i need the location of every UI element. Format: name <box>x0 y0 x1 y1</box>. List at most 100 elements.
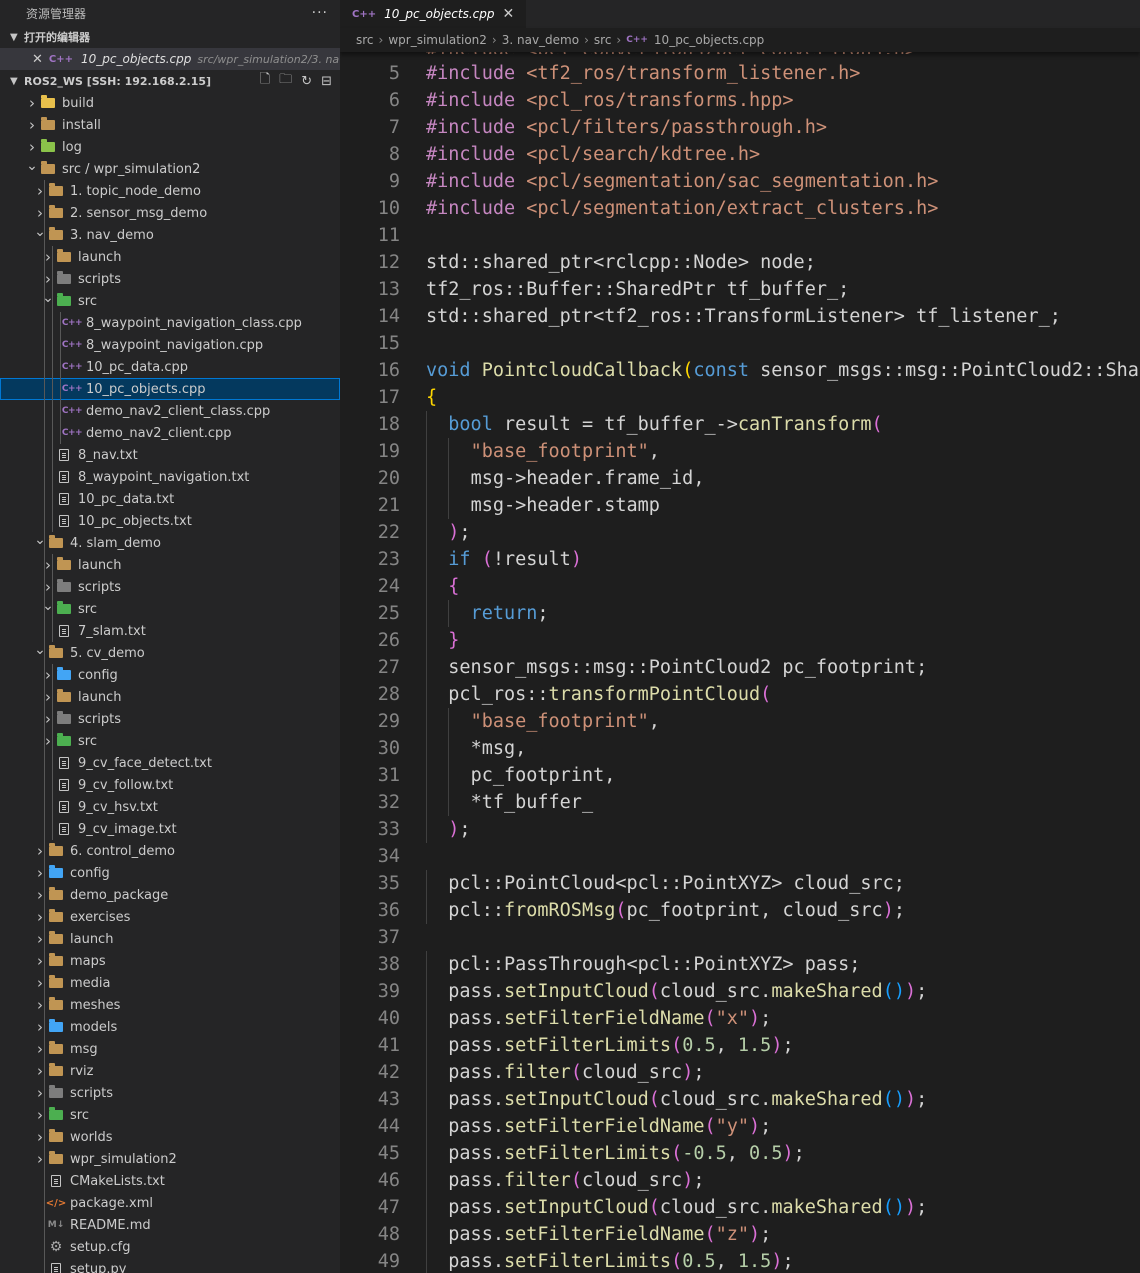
tree-folder[interactable]: › build <box>0 92 340 114</box>
tree-file[interactable]: CMakeLists.txt <box>0 1170 340 1192</box>
code-token: sensor_msgs::msg::PointCloud2 pc_footpri… <box>448 657 928 678</box>
tree-file[interactable]: 9_cv_face_detect.txt <box>0 752 340 774</box>
tree-folder[interactable]: › launch <box>0 554 340 576</box>
tree-file[interactable]: ⚙ setup.cfg <box>0 1236 340 1258</box>
folder-shape <box>49 1129 63 1142</box>
tree-file[interactable]: C++ demo_nav2_client_class.cpp <box>0 400 340 422</box>
code-area[interactable]: 5 #include <tf2_ros/transform_listener.h>… <box>340 60 1140 1273</box>
line-content: pass.setFilterLimits(-0.5, 0.5); <box>400 1140 805 1167</box>
refresh-icon[interactable]: ↻ <box>301 74 312 89</box>
tree-folder[interactable]: › 2. sensor_msg_demo <box>0 202 340 224</box>
tree-folder[interactable]: › msg <box>0 1038 340 1060</box>
folder-icon <box>48 865 64 880</box>
open-editors-header[interactable]: ▼ 打开的编辑器 <box>0 26 340 48</box>
indent-guide <box>44 1214 45 1236</box>
tree-folder[interactable]: ⌄ 3. nav_demo <box>0 224 340 246</box>
code-token: ) <box>682 1062 694 1083</box>
indent-guide <box>44 730 45 752</box>
breadcrumb-item[interactable]: wpr_simulation2 <box>388 33 487 47</box>
breadcrumb-item[interactable]: src <box>594 33 612 47</box>
code-line: 24 { <box>340 573 1140 600</box>
tree-folder[interactable]: › log <box>0 136 340 158</box>
tree-folder[interactable]: › wpr_simulation2 <box>0 1148 340 1170</box>
tree-folder[interactable]: › scripts <box>0 708 340 730</box>
tree-folder[interactable]: ⌄ src <box>0 598 340 620</box>
tree-folder[interactable]: › launch <box>0 928 340 950</box>
tree-folder[interactable]: › launch <box>0 246 340 268</box>
indent-guide <box>44 884 45 906</box>
tree-file[interactable]: 10_pc_data.txt <box>0 488 340 510</box>
tree-folder[interactable]: › scripts <box>0 1082 340 1104</box>
tree-folder[interactable]: › worlds <box>0 1126 340 1148</box>
tree-file[interactable]: C++ demo_nav2_client.cpp <box>0 422 340 444</box>
workspace-header[interactable]: ▼ ROS2_WS [SSH: 192.168.2.15] 🗋 🗀 ↻ ⊟ <box>0 70 340 92</box>
tree-file[interactable]: 9_cv_image.txt <box>0 818 340 840</box>
tree-folder[interactable]: › src <box>0 730 340 752</box>
tree-file[interactable]: M↓ README.md <box>0 1214 340 1236</box>
tree-file[interactable]: C++ 10_pc_data.cpp <box>0 356 340 378</box>
tree-file[interactable]: 9_cv_hsv.txt <box>0 796 340 818</box>
breadcrumb-item[interactable]: src <box>356 33 374 47</box>
collapse-all-icon[interactable]: ⊟ <box>321 74 332 89</box>
tree-file[interactable]: 8_nav.txt <box>0 444 340 466</box>
tree-folder[interactable]: › 1. topic_node_demo <box>0 180 340 202</box>
tree-item-label: 8_waypoint_navigation.cpp <box>86 337 264 353</box>
tab-10-pc-objects[interactable]: C++ 10_pc_objects.cpp ✕ <box>340 0 527 28</box>
chevron-right-icon: › <box>584 33 589 47</box>
chevron-right-icon: › <box>37 182 43 200</box>
code-token: , <box>715 1035 738 1056</box>
close-icon[interactable]: ✕ <box>32 52 43 67</box>
indent-guide <box>44 1170 45 1192</box>
line-number: 38 <box>377 954 400 975</box>
close-icon[interactable]: ✕ <box>502 6 514 22</box>
tree-item-label: scripts <box>78 271 121 287</box>
tree-file[interactable]: C++ 8_waypoint_navigation.cpp <box>0 334 340 356</box>
open-editor-item[interactable]: ✕ C++ 10_pc_objects.cpp src/wpr_simulati… <box>0 48 340 70</box>
tree-item-label: 8_waypoint_navigation_class.cpp <box>86 315 302 331</box>
tree-file[interactable]: setup.py <box>0 1258 340 1273</box>
file-glyph <box>59 757 69 769</box>
tree-folder[interactable]: ⌄ src / wpr_simulation2 <box>0 158 340 180</box>
breadcrumb-item[interactable]: 3. nav_demo <box>502 33 579 47</box>
new-file-icon[interactable]: 🗋 <box>260 70 270 92</box>
tree-folder[interactable]: › launch <box>0 686 340 708</box>
tree-item-label: build <box>62 95 94 111</box>
tree-folder[interactable]: › install <box>0 114 340 136</box>
indent-guide <box>52 686 53 708</box>
new-folder-icon[interactable]: 🗀 <box>279 70 292 92</box>
tree-folder[interactable]: › 6. control_demo <box>0 840 340 862</box>
tree-file[interactable]: C++ 10_pc_objects.cpp <box>0 378 340 400</box>
tree-item-label: config <box>78 667 118 683</box>
tree-file[interactable]: 10_pc_objects.txt <box>0 510 340 532</box>
indent-guide <box>52 356 53 378</box>
more-actions-icon[interactable]: ··· <box>312 5 328 21</box>
tree-folder[interactable]: › demo_package <box>0 884 340 906</box>
folder-shape <box>49 997 63 1010</box>
tree-folder[interactable]: ⌄ src <box>0 290 340 312</box>
tree-file[interactable]: 9_cv_follow.txt <box>0 774 340 796</box>
tree-folder[interactable]: › scripts <box>0 576 340 598</box>
tree-folder[interactable]: ⌄ 5. cv_demo <box>0 642 340 664</box>
tree-folder[interactable]: › config <box>0 664 340 686</box>
tree-folder[interactable]: › src <box>0 1104 340 1126</box>
indent-guide <box>60 400 61 422</box>
tree-folder[interactable]: › exercises <box>0 906 340 928</box>
line-content: pass.filter(cloud_src); <box>400 1059 704 1086</box>
text-file-icon <box>56 514 72 528</box>
tree-folder[interactable]: › models <box>0 1016 340 1038</box>
tree-folder[interactable]: › scripts <box>0 268 340 290</box>
tree-file[interactable]: C++ 8_waypoint_navigation_class.cpp <box>0 312 340 334</box>
tree-file[interactable]: </> package.xml <box>0 1192 340 1214</box>
tree-item-label: src <box>78 293 97 309</box>
tree-folder[interactable]: › maps <box>0 950 340 972</box>
tree-file[interactable]: 8_waypoint_navigation.txt <box>0 466 340 488</box>
breadcrumb-item[interactable]: 10_pc_objects.cpp <box>654 33 764 47</box>
tree-folder[interactable]: › meshes <box>0 994 340 1016</box>
line-number: 48 <box>377 1224 400 1245</box>
code-line: 16 void PointcloudCallback(const sensor_m… <box>340 357 1140 384</box>
tree-folder[interactable]: › config <box>0 862 340 884</box>
tree-folder[interactable]: › media <box>0 972 340 994</box>
tree-folder[interactable]: ⌄ 4. slam_demo <box>0 532 340 554</box>
tree-folder[interactable]: › rviz <box>0 1060 340 1082</box>
tree-file[interactable]: 7_slam.txt <box>0 620 340 642</box>
